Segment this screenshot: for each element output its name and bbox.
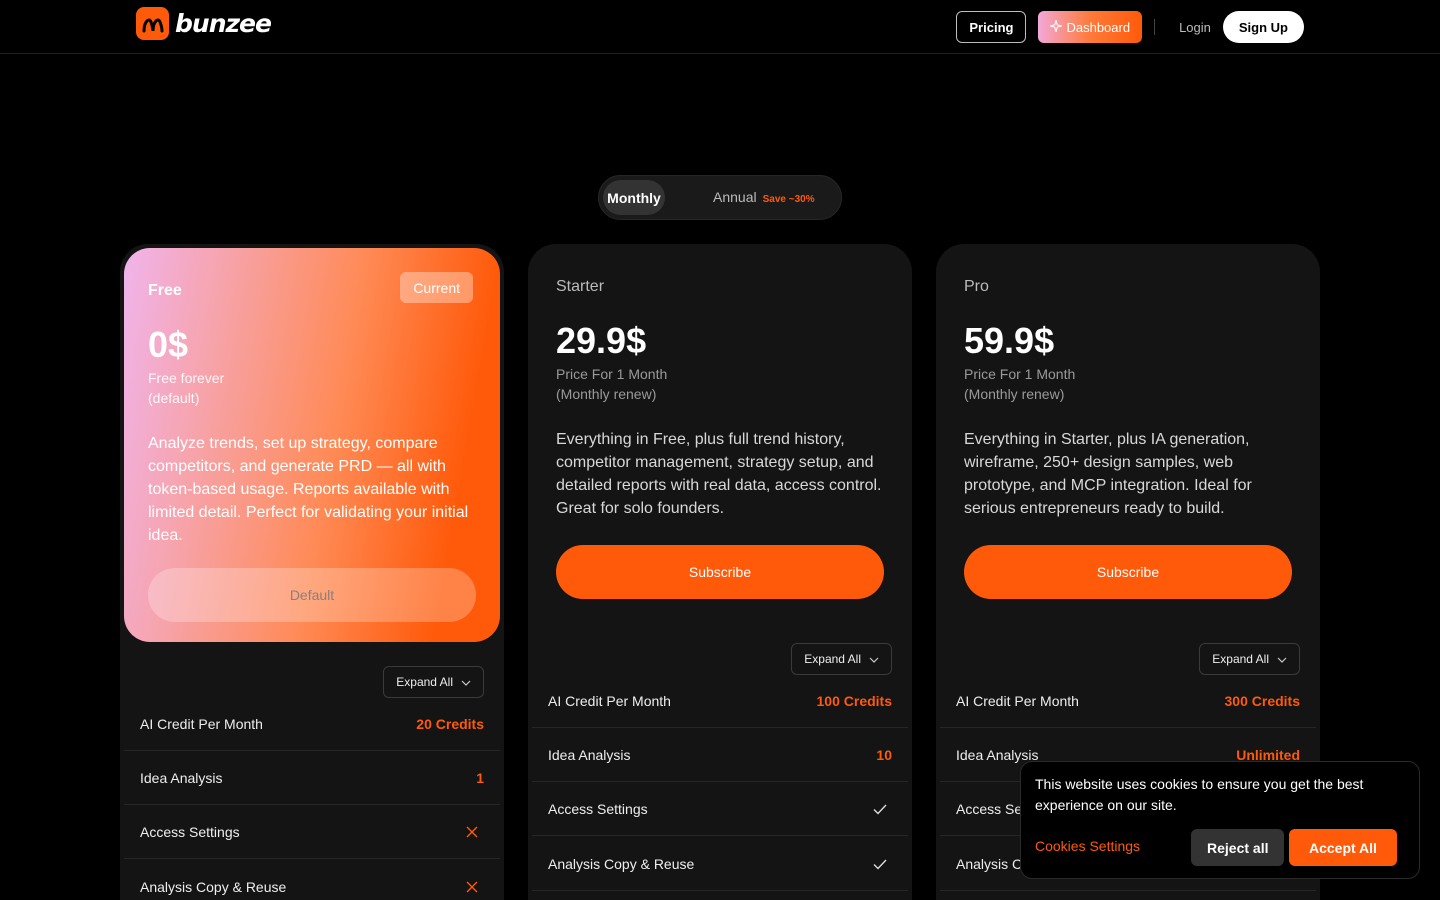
expand-all-button[interactable]: Expand All (1199, 643, 1300, 675)
feature-label: AI Credit Per Month (140, 715, 263, 732)
expand-all-button[interactable]: Expand All (791, 643, 892, 675)
dashboard-button[interactable]: Dashboard (1038, 11, 1143, 43)
feature-label: Analysis Copy & Reuse (548, 855, 695, 872)
subscribe-button[interactable]: Subscribe (964, 545, 1292, 599)
feature-row: AI Credit Per Month 300 Credits (940, 674, 1316, 728)
chevron-down-icon (461, 675, 471, 689)
price-sub-line1: Price For 1 Month (964, 366, 1076, 382)
plan-price-sub: Price For 1 Month (Monthly renew) (556, 364, 667, 404)
feature-row: Idea Analysis 10 (532, 728, 908, 782)
plan-description: Everything in Starter, plus IA generatio… (964, 431, 1252, 517)
plan-name: Pro (964, 278, 989, 295)
price-sub-line1: Price For 1 Month (556, 366, 668, 382)
feature-label: Analysis C (956, 855, 1023, 872)
x-icon (464, 879, 480, 895)
price-sub-line2: (default) (148, 390, 200, 406)
pricing-button[interactable]: Pricing (956, 11, 1027, 43)
annual-option[interactable]: Annual Save ~30% (713, 189, 815, 205)
feature-row: Analysis Copy & Reuse (532, 837, 908, 891)
plan-card-starter: Starter 29.9$ Price For 1 Month (Monthly… (528, 244, 912, 900)
expand-all-button[interactable]: Expand All (383, 666, 484, 698)
sparkle-icon (1050, 19, 1063, 35)
feature-label: Access Settings (140, 823, 240, 840)
expand-label: Expand All (1212, 652, 1269, 666)
feature-row: AI Credit Per Month 20 Credits (124, 697, 500, 751)
reject-all-button[interactable]: Reject all (1191, 829, 1285, 866)
top-header: bunzee Pricing Dashboard Login Sign Up (0, 0, 1440, 54)
feature-label: AI Credit Per Month (956, 692, 1079, 709)
current-badge: Current (400, 272, 473, 303)
check-icon (872, 856, 888, 872)
bunzee-logo-icon (136, 7, 169, 40)
plan-name: Starter (556, 278, 605, 295)
feature-value: 10 (876, 746, 892, 763)
monthly-option[interactable]: Monthly (603, 180, 665, 215)
plan-price-sub: Price For 1 Month (Monthly renew) (964, 364, 1075, 404)
plan-description: Everything in Free, plus full trend hist… (556, 431, 882, 517)
plan-price: 0$ (148, 324, 189, 365)
default-button[interactable]: Default (148, 568, 476, 622)
plan-name: Free (148, 282, 182, 299)
price-sub-line1: Free forever (148, 370, 225, 386)
expand-label: Expand All (804, 652, 861, 666)
feature-value: 100 Credits (816, 692, 892, 709)
price-sub-line2: (Monthly renew) (964, 386, 1065, 402)
check-icon (872, 801, 888, 817)
chevron-down-icon (869, 652, 879, 666)
feature-row: Access Settings (532, 782, 908, 836)
accept-all-button[interactable]: Accept All (1289, 829, 1397, 866)
feature-row: Analysis Copy & Reuse (124, 860, 500, 900)
feature-label: Access Settings (548, 800, 648, 817)
plan-description: Analyze trends, set up strategy, compare… (148, 435, 469, 544)
cookie-message: This website uses cookies to ensure you … (1035, 776, 1364, 813)
price-sub-line2: (Monthly renew) (556, 386, 657, 402)
plan-card-free: Free Current 0$ Free forever (default) A… (120, 244, 504, 900)
save-badge: Save ~30% (762, 194, 815, 205)
plan-price: 29.9$ (556, 320, 647, 361)
logo[interactable]: bunzee (136, 7, 272, 40)
chevron-down-icon (1277, 652, 1287, 666)
feature-label: Idea Analysis (956, 746, 1039, 763)
feature-value: 300 Credits (1224, 692, 1300, 709)
feature-row: Idea Analysis 1 (124, 751, 500, 805)
plan-price: 59.9$ (964, 320, 1055, 361)
cookie-banner: This website uses cookies to ensure you … (1020, 761, 1420, 879)
signup-button[interactable]: Sign Up (1222, 11, 1304, 43)
feature-label: Access Se (956, 800, 1023, 817)
nav-bar: Pricing Dashboard Login Sign Up (956, 11, 1304, 43)
subscribe-button[interactable]: Subscribe (556, 545, 884, 599)
cookie-settings-link[interactable]: Cookies Settings (1035, 838, 1140, 854)
plan-hero: Free Current 0$ Free forever (default) A… (124, 248, 500, 642)
feature-label: Idea Analysis (548, 746, 631, 763)
plan-price-sub: Free forever (default) (148, 368, 224, 408)
x-icon (464, 824, 480, 840)
feature-value: 20 Credits (416, 715, 484, 732)
feature-label: Idea Analysis (140, 769, 223, 786)
billing-toggle: Monthly Annual Save ~30% (598, 175, 842, 220)
feature-value: 1 (476, 769, 484, 786)
login-link[interactable]: Login (1179, 20, 1211, 35)
dashboard-label: Dashboard (1066, 19, 1131, 35)
feature-label: Analysis Copy & Reuse (140, 878, 287, 895)
feature-row: AI Credit Per Month 100 Credits (532, 674, 908, 728)
annual-label: Annual (713, 189, 757, 205)
feature-label: AI Credit Per Month (548, 692, 671, 709)
feature-row: Access Settings (124, 805, 500, 859)
nav-divider (1154, 19, 1156, 35)
expand-label: Expand All (396, 675, 453, 689)
logo-text: bunzee (175, 9, 272, 38)
